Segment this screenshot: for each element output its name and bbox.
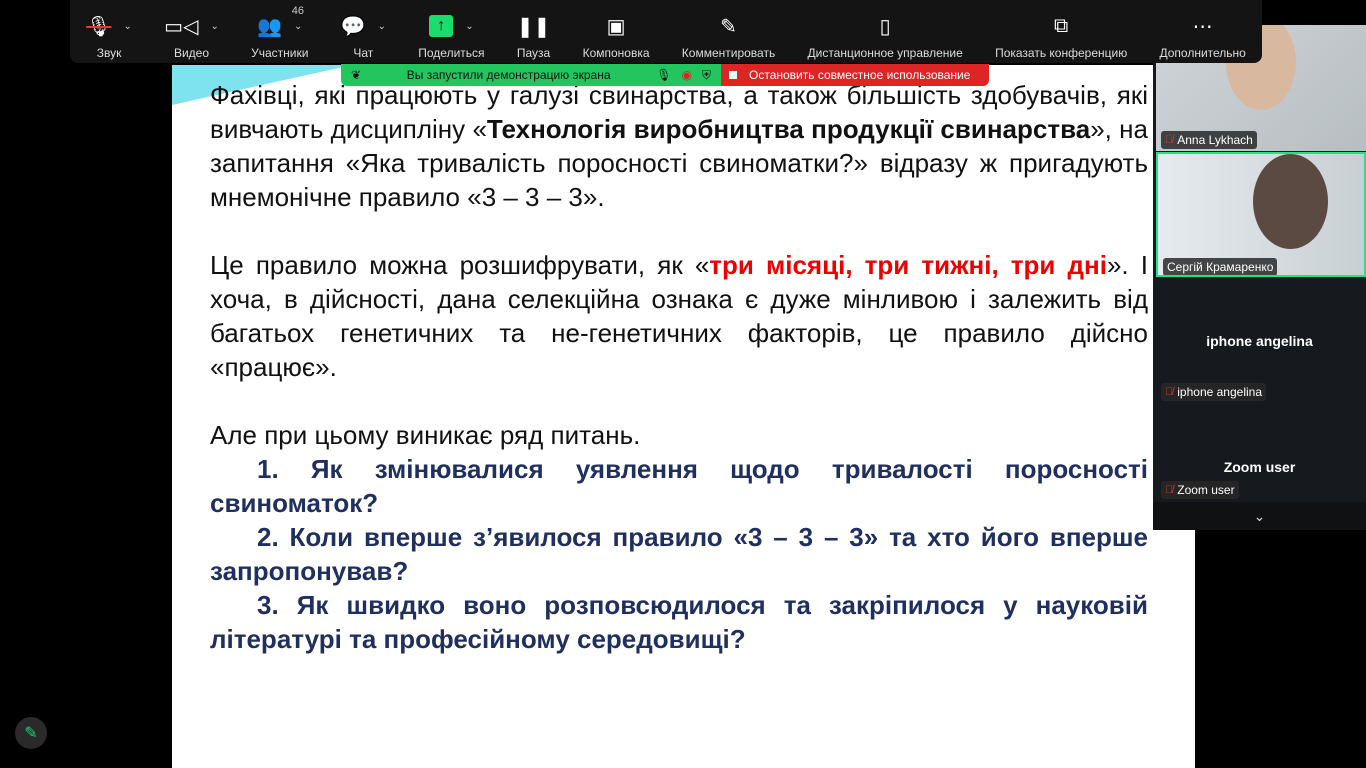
question-1: 1. Як змінювалися уявлення щодо тривалос…	[210, 454, 1148, 518]
more-button[interactable]: ⋯ Дополнительно	[1159, 0, 1246, 61]
video-tile-active-speaker[interactable]: Сергій Крамаренко	[1156, 152, 1366, 277]
stop-sharing-label: Остановить совместное использование	[749, 68, 971, 82]
participants-icon: 👥	[257, 15, 283, 38]
share-button[interactable]: ↑ ⌄ Поделиться	[418, 0, 485, 60]
mic-muted-icon: 🎙̸	[1165, 484, 1174, 496]
participant-name-tag: 🎙̸ Zoom user	[1161, 481, 1239, 499]
participant-name-tag: 🎙̸ iphone angelina	[1161, 383, 1266, 401]
label: Участники	[251, 46, 309, 60]
video-icon: ▭◁	[164, 15, 199, 38]
label: Компоновка	[582, 46, 650, 60]
record-icon[interactable]: ◉	[682, 68, 692, 82]
annotate-button[interactable]: ✎ Комментировать	[681, 0, 776, 61]
participant-name-tag: 🎙̸ Anna Lykhach	[1161, 131, 1257, 149]
highlight: три місяці, три тижні, три дні	[709, 250, 1107, 280]
pause-button[interactable]: ❚❚ Пауза	[516, 0, 551, 61]
leaf-icon: ❦	[351, 68, 362, 82]
shield-icon[interactable]: ⛨	[702, 68, 711, 83]
chevron-down-icon[interactable]: ⌄	[1153, 502, 1366, 530]
remote-control-button[interactable]: ▯ Дистанционное управление	[807, 0, 963, 61]
show-meeting-icon: ⧉	[1053, 14, 1069, 37]
chat-icon: 💬	[340, 15, 366, 38]
label: Дистанционное управление	[807, 46, 963, 60]
participant-display-name: Zoom user	[1223, 459, 1296, 475]
label: Поделиться	[418, 46, 485, 60]
show-meeting-button[interactable]: ⧉ Показать конференцию	[995, 0, 1128, 61]
paragraph-2: Це правило можна розшифрувати, як «три м…	[210, 248, 1148, 384]
mic-muted-icon: 🎙̸	[1165, 386, 1174, 398]
stop-sharing-button[interactable]: Остановить совместное использование	[721, 64, 989, 86]
chevron-down-icon[interactable]: ⌄	[210, 21, 218, 32]
label: Комментировать	[681, 46, 776, 60]
chevron-down-icon[interactable]: ⌄	[465, 21, 473, 32]
participants-video-panel: 🎙̸ Anna Lykhach Сергій Крамаренко iphone …	[1153, 25, 1366, 530]
chevron-down-icon[interactable]: ⌄	[294, 21, 302, 32]
label: Дополнительно	[1159, 46, 1246, 60]
pause-icon: ❚❚	[516, 15, 551, 38]
chevron-down-icon[interactable]: ⌄	[124, 21, 132, 32]
label: Чат	[353, 46, 374, 60]
participant-count: 46	[291, 5, 305, 17]
sharing-message: Вы запустили демонстрацию экрана	[406, 68, 611, 82]
participants-button[interactable]: 46 👥 ⌄ Участники	[251, 0, 308, 60]
course-name: Технологія виробництва продукції свинарс…	[486, 114, 1091, 144]
chevron-down-icon[interactable]: ⌄	[378, 21, 386, 32]
participant-name: Anna Lykhach	[1177, 133, 1253, 147]
participant-name: iphone angelina	[1177, 385, 1262, 399]
share-status-bar: ❦ Вы запустили демонстрацию экрана 🎙 ◉ ⛨ Ост…	[341, 64, 989, 86]
more-icon: ⋯	[1192, 15, 1213, 38]
shared-slide: Фахівці, які працюють у галузі свинарств…	[172, 65, 1195, 768]
chat-button[interactable]: 💬 ⌄ Чат	[340, 0, 386, 61]
question-2: 2. Коли вперше з’явилося правило «3 – 3 …	[210, 522, 1148, 586]
annotate-icon: ✎	[720, 15, 737, 38]
question-3: 3. Як швидко воно розповсюдилося та закр…	[210, 590, 1148, 654]
mic-muted-icon: 🎙̸	[1165, 134, 1174, 146]
participant-name-tag: Сергій Крамаренко	[1163, 258, 1278, 275]
video-button[interactable]: ▭◁ ⌄ Видео	[164, 0, 219, 61]
label: Звук	[96, 46, 122, 60]
share-screen-icon: ↑	[429, 15, 454, 37]
participant-display-name: iphone angelina	[1206, 333, 1313, 349]
text: Це правило можна розшифрувати, як «	[210, 250, 710, 280]
layout-icon: ▣	[606, 15, 626, 38]
paragraph-1: Фахівці, які працюють у галузі свинарств…	[210, 78, 1148, 214]
participant-name: Сергій Крамаренко	[1167, 260, 1274, 274]
participant-name: Zoom user	[1177, 483, 1235, 497]
paragraph-3: Але при цьому виникає ряд питань.	[210, 420, 641, 450]
layout-button[interactable]: ▣ Компоновка	[582, 0, 650, 61]
meeting-toolbar: 🎙 ⌄ Звук ▭◁ ⌄ Видео 46 👥 ⌄ Участники 💬 ⌄ Чат ↑ ⌄ По…	[70, 0, 1262, 63]
label: Видео	[173, 46, 210, 60]
mic-muted-icon: 🎙	[86, 15, 112, 38]
remote-control-icon: ▯	[879, 15, 891, 38]
stop-icon	[729, 71, 737, 79]
participant-video	[1253, 154, 1328, 249]
label: Показать конференцию	[995, 46, 1128, 60]
sharing-indicator: ❦ Вы запустили демонстрацию экрана 🎙 ◉ ⛨	[341, 64, 721, 86]
slide-text: Фахівці, які працюють у галузі свинарств…	[210, 78, 1148, 656]
label: Пауза	[516, 46, 551, 60]
audio-button[interactable]: 🎙 ⌄ Звук	[86, 0, 132, 61]
mic-muted-icon[interactable]: 🎙	[656, 68, 671, 82]
annotate-pen-icon[interactable]: ✎	[15, 717, 47, 749]
